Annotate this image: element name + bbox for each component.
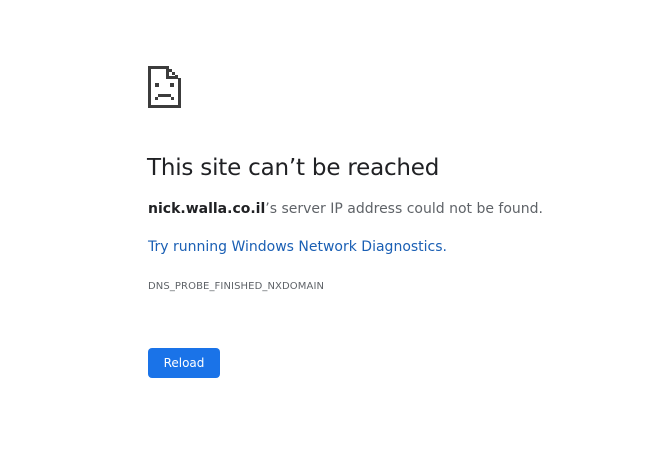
error-message: nick.walla.co.il’s server IP address cou… [148, 201, 543, 217]
page-title: This site can’t be reached [147, 155, 440, 181]
reload-button[interactable]: Reload [148, 348, 220, 378]
network-diagnostics-link[interactable]: Try running Windows Network Diagnostics. [148, 239, 447, 255]
sad-page-icon [148, 66, 181, 108]
error-code: DNS_PROBE_FINISHED_NXDOMAIN [148, 281, 325, 292]
error-message-text: ’s server IP address could not be found. [265, 201, 543, 217]
host-name: nick.walla.co.il [148, 201, 266, 217]
